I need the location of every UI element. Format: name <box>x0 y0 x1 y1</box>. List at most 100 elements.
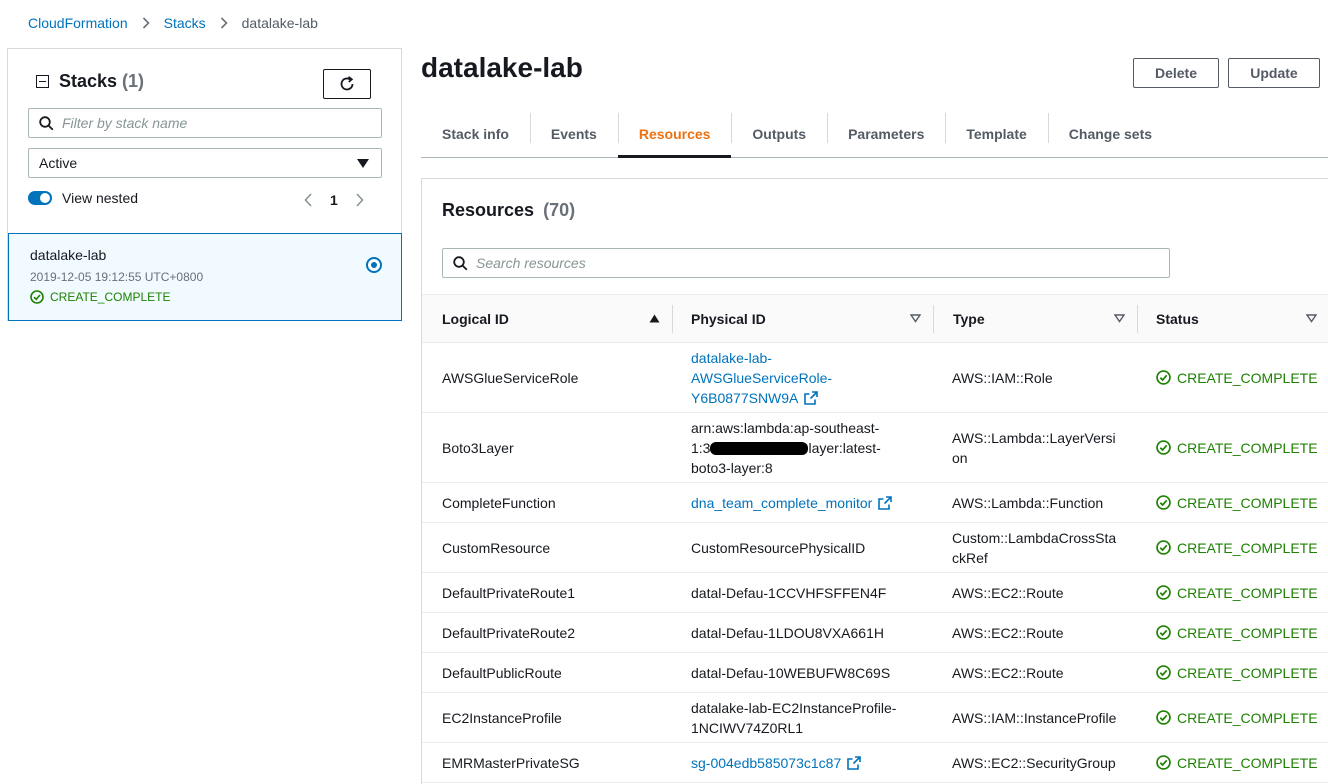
refresh-button[interactable] <box>323 69 371 99</box>
status-badge: CREATE_COMPLETE <box>1156 583 1318 603</box>
check-circle-icon <box>1156 665 1171 680</box>
external-link-icon <box>804 390 819 405</box>
check-circle-icon <box>1156 625 1171 640</box>
external-link-icon <box>847 755 862 770</box>
resource-search-input[interactable] <box>476 255 1076 271</box>
stacks-panel-header: Stacks (1) <box>36 71 144 92</box>
stack-filter-input[interactable] <box>62 115 362 131</box>
physical-id-link[interactable]: sg-004edb585073c1c87 <box>691 743 933 782</box>
stacks-count: (1) <box>122 71 145 91</box>
status-badge: CREATE_COMPLETE <box>1156 438 1318 458</box>
view-nested-label: View nested <box>62 190 139 206</box>
logical-id-cell: DefaultPrivateRoute2 <box>442 624 576 641</box>
tab-outputs[interactable]: Outputs <box>731 110 827 157</box>
external-link-icon <box>878 495 893 510</box>
sort-descending-icon <box>1114 314 1125 323</box>
next-page-icon[interactable] <box>356 193 364 207</box>
column-divider <box>1137 305 1138 333</box>
check-circle-icon <box>1156 710 1171 725</box>
collapse-icon[interactable] <box>36 75 49 88</box>
breadcrumb: CloudFormation Stacks datalake-lab <box>28 14 318 32</box>
logical-id-cell: Boto3Layer <box>442 439 514 456</box>
redaction-mark <box>710 441 809 455</box>
type-cell: AWS::EC2::Route <box>952 624 1064 641</box>
resources-header: Resources (70) <box>442 200 575 221</box>
pagination: 1 <box>304 192 364 208</box>
check-circle-icon <box>1156 370 1171 385</box>
table-row: AWSGlueServiceRole datalake-lab- AWSGlueSe… <box>422 343 1328 413</box>
status-cell: CREATE_COMPLETE <box>1156 343 1326 412</box>
table-row: CustomResource CustomResourcePhysicalID Cu… <box>422 523 1328 573</box>
type-cell: AWS::Lambda::LayerVersi on <box>952 429 1116 466</box>
view-nested-toggle[interactable] <box>28 191 52 205</box>
type-cell: AWS::IAM::Role <box>952 369 1053 386</box>
type-cell: Custom::LambdaCrossSta ckRef <box>952 529 1117 566</box>
check-circle-icon <box>1156 495 1171 510</box>
tab-change-sets[interactable]: Change sets <box>1047 110 1173 157</box>
table-row: EC2InstanceProfile datalake-lab-EC2Instan… <box>422 693 1328 743</box>
logical-id-cell: AWSGlueServiceRole <box>442 369 579 386</box>
physical-id-link[interactable]: datalake-lab- AWSGlueServiceRole- Y6B0877S… <box>691 343 933 412</box>
check-circle-icon <box>30 290 44 304</box>
table-row: DefaultPrivateRoute1 datal-Defau-1CCVHFSF… <box>422 573 1328 613</box>
status-badge: CREATE_COMPLETE <box>1156 368 1318 388</box>
breadcrumb-stacks-link[interactable]: Stacks <box>164 15 206 31</box>
status-cell: CREATE_COMPLETE <box>1156 483 1326 522</box>
stack-list-item[interactable]: datalake-lab 2019-12-05 19:12:55 UTC+080… <box>8 233 402 321</box>
physical-id-link[interactable]: dna_team_complete_monitor <box>691 483 933 522</box>
status-cell: CREATE_COMPLETE <box>1156 413 1326 482</box>
tab-events[interactable]: Events <box>529 110 618 157</box>
stacks-title: Stacks <box>59 71 118 91</box>
status-badge: CREATE_COMPLETE <box>1156 538 1318 558</box>
logical-id-cell: CompleteFunction <box>442 494 556 511</box>
view-nested-control: View nested <box>28 190 138 206</box>
current-page[interactable]: 1 <box>330 192 338 208</box>
column-physical-id[interactable]: Physical ID <box>691 295 933 343</box>
column-status[interactable]: Status <box>1156 295 1328 343</box>
search-icon <box>39 115 54 130</box>
logical-id-cell: DefaultPrivateRoute1 <box>442 584 576 601</box>
logical-id-cell: EMRMasterPrivateSG <box>442 754 580 771</box>
type-cell: AWS::EC2::SecurityGroup <box>952 754 1116 771</box>
resources-panel: Resources (70) Logical ID Physical ID Ty… <box>421 178 1328 784</box>
type-cell: AWS::IAM::InstanceProfile <box>952 709 1117 726</box>
status-filter-select[interactable]: Active <box>28 148 382 178</box>
stack-item-name: datalake-lab <box>30 247 107 263</box>
sort-descending-icon <box>910 314 921 323</box>
table-row: Boto3Layer arn:aws:lambda:ap-southeast- 1:… <box>422 413 1328 483</box>
resources-count: (70) <box>543 200 576 220</box>
resources-title: Resources <box>442 200 535 220</box>
stack-select-radio[interactable] <box>366 257 382 273</box>
breadcrumb-cloudformation-link[interactable]: CloudFormation <box>28 15 128 31</box>
status-cell: CREATE_COMPLETE <box>1156 523 1326 572</box>
column-logical-id[interactable]: Logical ID <box>442 295 672 343</box>
stack-filter-field[interactable] <box>28 108 382 138</box>
logical-id-cell: DefaultPublicRoute <box>442 664 562 681</box>
column-type[interactable]: Type <box>953 295 1137 343</box>
tab-parameters[interactable]: Parameters <box>827 110 945 157</box>
refresh-icon <box>340 76 354 91</box>
physical-id-cell: CustomResourcePhysicalID <box>691 539 866 556</box>
resource-search-field[interactable] <box>442 248 1170 278</box>
physical-id-cell: datal-Defau-10WEBUFW8C69S <box>691 664 891 681</box>
check-circle-icon <box>1156 585 1171 600</box>
status-badge: CREATE_COMPLETE <box>1156 623 1318 643</box>
stack-item-status: CREATE_COMPLETE <box>30 290 170 304</box>
resources-table-header: Logical ID Physical ID Type Status <box>422 294 1328 343</box>
tab-template[interactable]: Template <box>945 110 1047 157</box>
tab-resources[interactable]: Resources <box>617 110 732 158</box>
physical-id-cell: datal-Defau-1CCVHFSFFEN4F <box>691 584 887 601</box>
sort-descending-icon <box>1306 314 1317 323</box>
chevron-right-icon <box>220 17 228 29</box>
update-button[interactable]: Update <box>1228 58 1320 88</box>
status-cell: CREATE_COMPLETE <box>1156 653 1326 692</box>
previous-page-icon[interactable] <box>304 193 312 207</box>
status-badge: CREATE_COMPLETE <box>1156 753 1318 773</box>
delete-button[interactable]: Delete <box>1133 58 1219 88</box>
page-title: datalake-lab <box>421 52 583 83</box>
physical-id-cell: datal-Defau-1LDOU8VXA661H <box>691 624 884 641</box>
status-badge: CREATE_COMPLETE <box>1156 708 1318 728</box>
stack-tabs: Stack info Events Resources Outputs Para… <box>421 110 1328 158</box>
tab-stack-info[interactable]: Stack info <box>421 110 530 157</box>
check-circle-icon <box>1156 440 1171 455</box>
